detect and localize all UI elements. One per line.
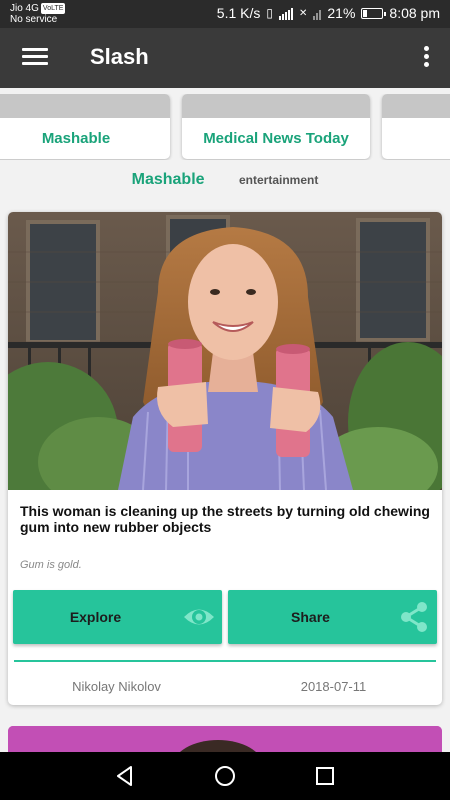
back-icon[interactable] [113, 764, 137, 788]
no-signal-icon: ✕ [298, 7, 308, 19]
hamburger-menu-icon[interactable] [22, 48, 48, 68]
system-nav-bar [0, 752, 450, 800]
status-indicators: 5.1 K/s ▯ ✕ 21% 8:08 pm [217, 5, 440, 21]
share-icon [401, 602, 427, 632]
selected-source-category: entertainment [239, 173, 319, 187]
clock: 8:08 pm [389, 5, 440, 21]
more-vert-icon[interactable] [422, 46, 430, 70]
article-title[interactable]: This woman is cleaning up the streets by… [20, 503, 430, 535]
share-button[interactable]: Share [228, 590, 437, 644]
service-label: No service [10, 14, 58, 25]
network-speed: 5.1 K/s [216, 5, 261, 21]
signal-icon-2 [313, 7, 322, 20]
article-description: Gum is gold. [20, 559, 82, 571]
source-card-medical-news-today[interactable]: Medical News Today [182, 94, 370, 159]
source-label: Medical News Today [203, 130, 349, 147]
article-date: 2018-07-11 [300, 679, 367, 694]
sources-carousel[interactable]: Mashable Medical News Today [0, 94, 450, 160]
selected-source-header: Mashable entertainment [0, 171, 450, 193]
article-image[interactable] [8, 212, 442, 490]
eye-icon [184, 609, 214, 625]
battery-icon [361, 7, 387, 19]
article-card: This woman is cleaning up the streets by… [8, 212, 442, 705]
source-card-next[interactable] [382, 94, 450, 159]
recents-icon[interactable] [313, 764, 337, 788]
app-title: Slash [90, 44, 149, 69]
battery-percent: 21% [327, 5, 356, 21]
carrier-info: Jio 4G VoLTE No service [10, 3, 66, 25]
carrier-label: Jio 4G [10, 3, 39, 14]
home-icon[interactable] [213, 764, 237, 788]
explore-button[interactable]: Explore [13, 590, 222, 644]
explore-label: Explore [69, 609, 122, 625]
app-bar: Slash [0, 28, 450, 88]
source-card-mashable[interactable]: Mashable [0, 94, 170, 159]
source-label: Mashable [41, 130, 111, 147]
signal-icon [278, 7, 293, 20]
volte-badge: VoLTE [40, 3, 66, 14]
article-author: Nikolay Nikolov [72, 679, 161, 694]
share-label: Share [291, 609, 330, 625]
selected-source-name: Mashable [131, 171, 205, 188]
card-divider [14, 660, 436, 662]
status-bar: Jio 4G VoLTE No service 5.1 K/s ▯ ✕ 21% 8… [0, 0, 450, 28]
vibrate-icon: ▯ [266, 6, 273, 20]
